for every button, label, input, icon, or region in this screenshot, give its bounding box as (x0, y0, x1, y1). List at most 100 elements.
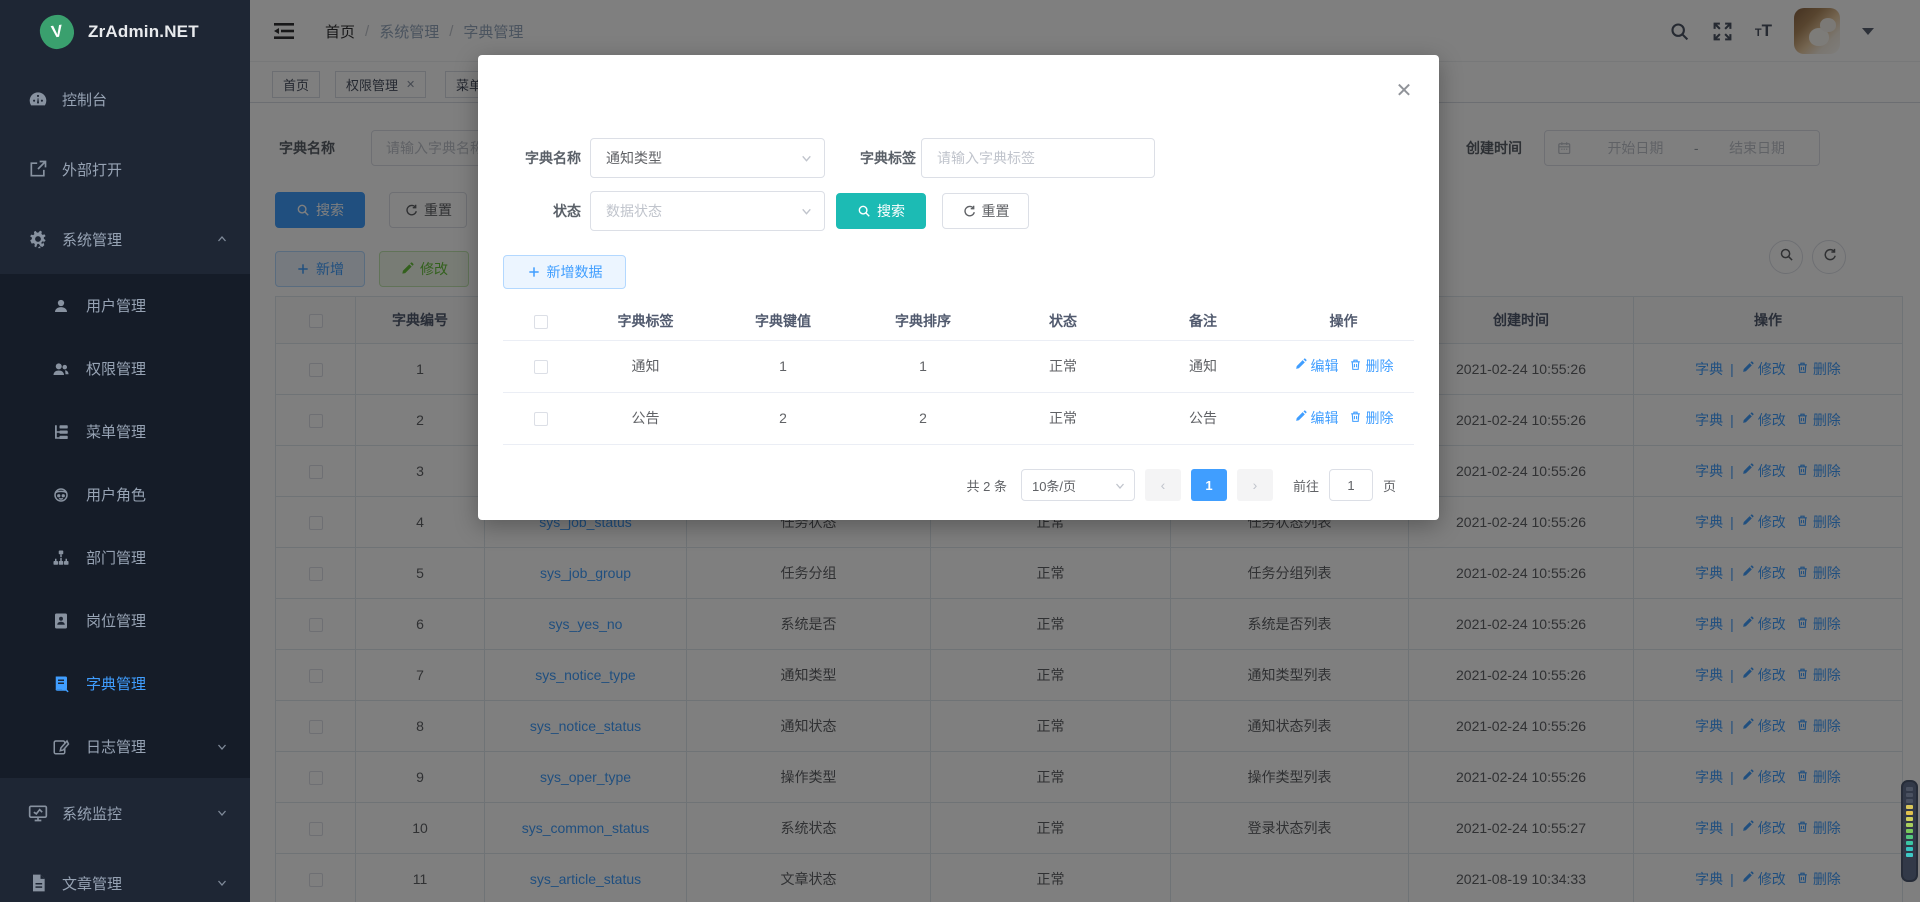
remark-cell: 公告 (1133, 392, 1273, 444)
gear-icon (28, 229, 48, 249)
close-icon[interactable]: ✕ (1394, 81, 1414, 101)
select-all-checkbox-cell (503, 302, 578, 340)
column-header: 操作 (1273, 302, 1414, 340)
modal-dict-name-select[interactable]: 通知类型 (590, 138, 825, 178)
dict-data-dialog: ✕ 字典名称 通知类型 字典标签 状态 数据状态 搜索 重置 新增数据 字典标签… (478, 55, 1439, 520)
org-chart-icon (52, 549, 70, 567)
status-cell: 正常 (993, 340, 1133, 392)
sidebar-item-系统监控[interactable]: 系统监控 (0, 778, 250, 848)
chevron-down-icon (216, 877, 228, 889)
sidebar-item-用户管理[interactable]: 用户管理 (0, 274, 250, 337)
sidebar-submenu: 用户管理权限管理菜单管理用户角色部门管理岗位管理字典管理日志管理 (0, 274, 250, 778)
label-cell: 通知 (578, 340, 713, 392)
dict-data-table: 字典标签字典键值字典排序状态备注操作 通知11正常通知编辑删除公告22正常公告编… (503, 302, 1414, 445)
dict-data-row: 通知11正常通知编辑删除 (503, 340, 1414, 392)
column-header: 状态 (993, 302, 1133, 340)
page-size-select[interactable]: 10条/页 (1021, 469, 1135, 501)
sidebar-item-label: 文章管理 (62, 873, 122, 894)
dictionary-icon (52, 675, 70, 693)
sort-cell: 2 (853, 392, 993, 444)
sidebar-item-label: 岗位管理 (86, 610, 146, 631)
pencil-icon (1294, 410, 1307, 426)
modal-search-button[interactable]: 搜索 (836, 193, 926, 229)
sidebar-item-权限管理[interactable]: 权限管理 (0, 337, 250, 400)
goto-label: 前往 (1293, 476, 1319, 495)
chevron-up-icon (216, 233, 228, 245)
value-cell: 1 (713, 340, 853, 392)
modal-add-data-button[interactable]: 新增数据 (503, 255, 626, 289)
modal-dict-label-input[interactable] (921, 138, 1155, 178)
sidebar-item-label: 用户管理 (86, 295, 146, 316)
delete-link[interactable]: 删除 (1349, 356, 1394, 376)
pencil-icon (1294, 358, 1307, 374)
chevron-down-icon (800, 152, 813, 165)
sidebar-menu: 控制台外部打开系统管理用户管理权限管理菜单管理用户角色部门管理岗位管理字典管理日… (0, 64, 250, 902)
sidebar-item-label: 菜单管理 (86, 421, 146, 442)
sidebar-item-label: 系统监控 (62, 803, 122, 824)
logo-icon: V (38, 13, 76, 51)
remark-cell: 通知 (1133, 340, 1273, 392)
sidebar-item-label: 部门管理 (86, 547, 146, 568)
refresh-icon (962, 204, 976, 218)
plus-icon (527, 265, 541, 279)
dashboard-icon (28, 89, 48, 109)
sidebar-item-菜单管理[interactable]: 菜单管理 (0, 400, 250, 463)
sidebar-item-label: 字典管理 (86, 673, 146, 694)
chevron-down-icon (216, 741, 228, 753)
chevron-down-icon (800, 205, 813, 218)
sidebar-item-文章管理[interactable]: 文章管理 (0, 848, 250, 902)
robot-icon (52, 486, 70, 504)
sort-cell: 1 (853, 340, 993, 392)
select-all-checkbox[interactable] (534, 315, 548, 329)
scrollbar[interactable] (1901, 780, 1918, 882)
current-page-button[interactable]: 1 (1191, 469, 1227, 501)
label-cell: 公告 (578, 392, 713, 444)
sidebar-item-部门管理[interactable]: 部门管理 (0, 526, 250, 589)
app-logo[interactable]: V ZrAdmin.NET (0, 0, 250, 64)
prev-page-button[interactable]: ‹ (1145, 469, 1181, 501)
sidebar-item-label: 权限管理 (86, 358, 146, 379)
row-actions-cell: 编辑删除 (1273, 392, 1414, 444)
log-icon (52, 738, 70, 756)
sidebar-item-外部打开[interactable]: 外部打开 (0, 134, 250, 204)
delete-link[interactable]: 删除 (1349, 408, 1394, 428)
dict-data-row: 公告22正常公告编辑删除 (503, 392, 1414, 444)
users-icon (52, 360, 70, 378)
app-title: ZrAdmin.NET (88, 22, 199, 42)
sidebar-item-label: 用户角色 (86, 484, 146, 505)
modal-pagination: 共 2 条 10条/页 ‹ 1 › 前往 页 (478, 465, 1414, 505)
user-icon (52, 297, 70, 315)
modal-reset-button[interactable]: 重置 (942, 193, 1029, 229)
sidebar-item-字典管理[interactable]: 字典管理 (0, 652, 250, 715)
trash-icon (1349, 358, 1362, 374)
sidebar: V ZrAdmin.NET 控制台外部打开系统管理用户管理权限管理菜单管理用户角… (0, 0, 250, 902)
row-checkbox[interactable] (534, 360, 548, 374)
external-link-icon (28, 159, 48, 179)
edit-link[interactable]: 编辑 (1294, 356, 1339, 376)
badge-icon (52, 612, 70, 630)
pagination-total: 共 2 条 (967, 476, 1007, 495)
column-header: 字典键值 (713, 302, 853, 340)
trash-icon (1349, 410, 1362, 426)
goto-page-input[interactable] (1329, 469, 1373, 501)
menu-tree-icon (52, 423, 70, 441)
edit-link[interactable]: 编辑 (1294, 408, 1339, 428)
status-cell: 正常 (993, 392, 1133, 444)
sidebar-item-label: 日志管理 (86, 736, 146, 757)
modal-status-select[interactable]: 数据状态 (590, 191, 825, 231)
row-checkbox[interactable] (534, 412, 548, 426)
chevron-down-icon (1114, 480, 1126, 492)
column-header: 字典标签 (578, 302, 713, 340)
sidebar-item-用户角色[interactable]: 用户角色 (0, 463, 250, 526)
sidebar-item-label: 控制台 (62, 89, 107, 110)
sidebar-item-日志管理[interactable]: 日志管理 (0, 715, 250, 778)
sidebar-item-系统管理[interactable]: 系统管理 (0, 204, 250, 274)
chevron-down-icon (216, 807, 228, 819)
monitor-icon (28, 803, 48, 823)
next-page-button[interactable]: › (1237, 469, 1273, 501)
modal-status-label: 状态 (491, 191, 581, 231)
search-icon (857, 204, 871, 218)
page-unit-label: 页 (1383, 476, 1396, 495)
sidebar-item-岗位管理[interactable]: 岗位管理 (0, 589, 250, 652)
sidebar-item-控制台[interactable]: 控制台 (0, 64, 250, 134)
